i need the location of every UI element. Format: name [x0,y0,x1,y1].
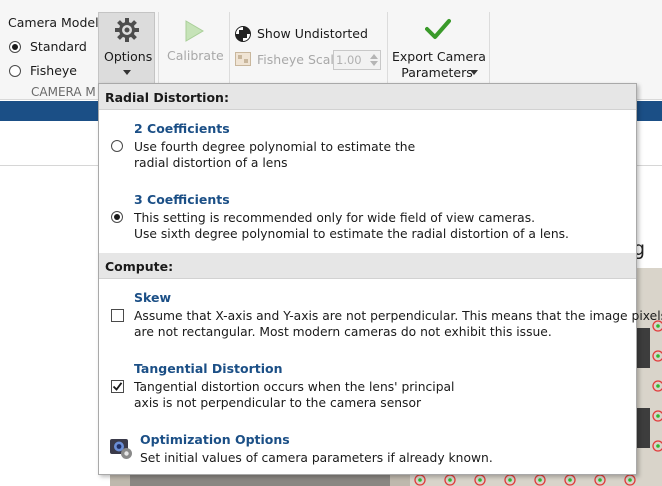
three-coefficients-title: 3 Coefficients [134,192,230,207]
spinner-up-icon[interactable] [369,52,379,60]
radial-distortion-header-label: Radial Distortion: [105,90,229,105]
chevron-down-icon [123,70,131,75]
three-coefficients-desc-line2: Use sixth degree polynomial to estimate … [134,227,569,241]
camera-model-fisheye[interactable]: Fisheye [9,63,89,79]
fisheye-label: Fisheye [30,63,77,78]
three-coefficients-radio[interactable] [111,211,123,223]
tangential-distortion-option[interactable]: Tangential Distortion Tangential distort… [99,354,636,414]
scale-icon [235,52,251,66]
camera-gear-icon [110,439,132,459]
options-dropdown-panel: Radial Distortion: 2 Coefficients Use fo… [98,83,662,475]
chevron-down-icon [470,70,478,75]
skew-desc-line2: are not rectangular. Most modern cameras… [134,325,552,339]
fisheye-scale-value: 1.00 [336,53,362,67]
standard-label: Standard [30,39,87,54]
export-label-line2: Parameters [401,65,473,80]
show-undistorted-label: Show Undistorted [257,26,368,41]
gear-icon [115,18,139,42]
two-coefficients-radio[interactable] [111,140,123,152]
optimization-options-item[interactable]: Optimization Options Set initial values … [99,425,636,469]
skew-title: Skew [134,290,172,305]
fisheye-radio[interactable] [9,65,21,77]
optimization-options-desc: Set initial values of camera parameters … [140,451,493,465]
standard-radio[interactable] [9,41,21,53]
camera-model-label: Camera Model: [8,15,103,30]
tangential-distortion-desc-line2: axis is not perpendicular to the camera … [134,396,422,410]
play-icon [185,20,204,42]
compute-header: Compute: [99,253,636,279]
two-coefficients-title: 2 Coefficients [134,121,230,136]
three-coefficients-desc-line1: This setting is recommended only for wid… [134,211,536,225]
fisheye-scale-label: Fisheye Scale [257,52,342,67]
options-label: Options [104,49,153,64]
camera-model-standard[interactable]: Standard [9,39,89,55]
optimization-options-title: Optimization Options [140,432,290,447]
calibrate-label: Calibrate [167,48,224,63]
two-coefficients-desc-line2: radial distortion of a lens [134,156,288,170]
compute-header-label: Compute: [105,259,174,274]
skew-option[interactable]: Skew Assume that X-axis and Y-axis are n… [99,283,662,343]
two-coefficients-desc-line1: Use fourth degree polynomial to estimate… [134,140,416,154]
tangential-distortion-title: Tangential Distortion [134,361,283,376]
three-coefficients-option[interactable]: 3 Coefficients This setting is recommend… [99,185,636,245]
export-camera-parameters-button[interactable]: Export Camera Parameters [392,14,486,84]
fisheye-scale-spinner[interactable]: 1.00 [333,50,381,70]
skew-checkbox[interactable] [111,309,124,322]
checkmark-icon [112,382,123,391]
checkmark-icon [425,19,451,39]
export-label-line1: Export Camera [392,49,486,64]
checkerboard-icon [235,26,251,42]
skew-desc-line1: Assume that X-axis and Y-axis are not pe… [134,309,662,323]
tangential-distortion-desc-line1: Tangential distortion occurs when the le… [134,380,455,394]
radial-distortion-header: Radial Distortion: [99,84,636,110]
options-button[interactable]: Options [98,12,155,88]
tangential-distortion-checkbox[interactable] [111,380,124,393]
two-coefficients-option[interactable]: 2 Coefficients Use fourth degree polynom… [99,114,636,174]
spinner-down-icon[interactable] [369,60,379,68]
calibrate-button[interactable]: Calibrate [160,14,228,84]
section-label: CAMERA M [31,85,96,99]
